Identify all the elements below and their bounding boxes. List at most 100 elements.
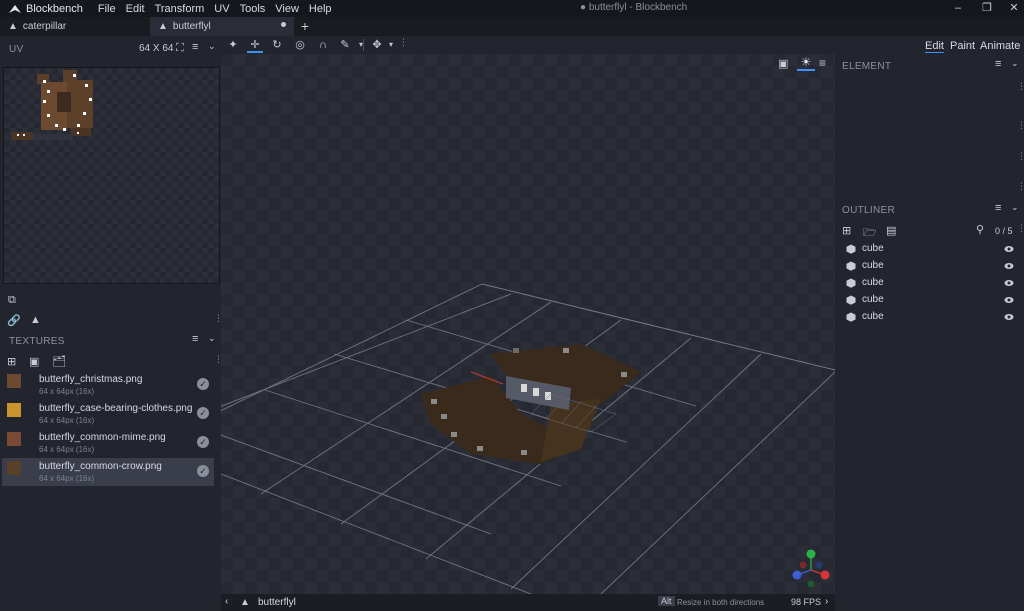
title-bar: Blockbench File Edit Transform UV Tools … — [0, 0, 1024, 17]
add-texture-icon[interactable]: ⊞ — [7, 355, 16, 368]
mode-paint[interactable]: Paint — [950, 40, 975, 52]
add-cube-icon[interactable]: ⊞ — [842, 224, 851, 237]
texture-thumbnail — [7, 432, 21, 446]
texture-size: 64 x 64px (16x) — [39, 387, 95, 396]
model-name: butterflyl — [258, 597, 296, 608]
menu-lines-icon[interactable]: ≡ — [995, 58, 1001, 70]
eye-icon[interactable] — [1004, 278, 1014, 288]
textures-panel-title: TEXTURES — [9, 335, 65, 347]
outliner-item-label: cube — [862, 294, 884, 305]
left-sidebar: UV 64 X 64 ⛶ ≡ ⌄ ⧉ 🔗 ▲ ⋮ TEXTURES ≡ ⌄ ⊞ … — [0, 36, 223, 611]
outliner-item[interactable]: cube — [835, 309, 1024, 326]
texture-item[interactable]: butterfly_christmas.png 64 x 64px (16x) … — [2, 371, 214, 399]
chevron-down-icon[interactable]: ▾ — [353, 37, 369, 53]
texture-thumbnail — [7, 374, 21, 388]
rotate-tool-icon[interactable]: ↻ — [269, 37, 285, 53]
outliner-item[interactable]: cube — [835, 258, 1024, 275]
import-folder-icon[interactable]: 🗂 — [52, 355, 66, 368]
menu-edit[interactable]: Edit — [126, 3, 145, 15]
texture-size: 64 x 64px (16x) — [39, 474, 95, 483]
more-icon[interactable]: ⋮ — [1017, 152, 1024, 165]
status-bar: ‹ ▲ butterflyl Alt Resize in both direct… — [221, 594, 835, 611]
texture-name: butterfly_common-crow.png — [39, 461, 162, 472]
more-icon[interactable]: ⋮ — [214, 314, 223, 327]
texture-size: 64 x 64px (16x) — [39, 445, 95, 454]
menu-tools[interactable]: Tools — [240, 3, 266, 15]
copy-icon[interactable]: ⧉ — [8, 294, 16, 307]
collapse-icon[interactable]: ▤ — [886, 224, 896, 237]
new-tab-button[interactable]: + — [298, 17, 312, 36]
texture-item[interactable]: butterfly_case-bearing-clothes.png 64 x … — [2, 400, 214, 428]
chevron-right-icon[interactable]: › — [825, 596, 828, 607]
check-icon[interactable]: ✓ — [197, 378, 209, 390]
more-icon[interactable]: ⋮ — [214, 355, 223, 368]
texture-size: 64 x 64px (16x) — [39, 416, 95, 425]
eye-icon[interactable] — [1004, 244, 1014, 254]
element-panel-header: ELEMENT ≡ ⌄ — [835, 55, 1024, 77]
tab-label: caterpillar — [22, 21, 67, 32]
minimize-icon[interactable]: – — [950, 1, 966, 15]
mode-edit[interactable]: Edit — [925, 40, 944, 53]
close-icon[interactable]: ✕ — [1006, 1, 1022, 15]
uv-panel-title: UV — [9, 43, 24, 55]
outliner-item-label: cube — [862, 311, 884, 322]
eye-icon[interactable] — [1004, 295, 1014, 305]
chevron-left-icon[interactable]: ‹ — [225, 596, 228, 607]
create-texture-icon[interactable]: ▣ — [29, 355, 39, 368]
menu-lines-icon[interactable]: ≡ — [192, 41, 198, 53]
more-icon[interactable]: ⋮ — [1017, 182, 1024, 195]
vertex-snap-icon[interactable]: ✦ — [225, 37, 241, 53]
element-panel-title: ELEMENT — [842, 60, 892, 72]
check-icon[interactable]: ✓ — [197, 436, 209, 448]
chevron-down-icon[interactable]: ⌄ — [1011, 202, 1019, 213]
chevron-down-icon[interactable]: ▾ — [383, 37, 399, 53]
fullscreen-icon[interactable]: ⛶ — [176, 42, 184, 55]
menu-view[interactable]: View — [275, 3, 299, 15]
link-icon[interactable]: 🔗 — [7, 314, 21, 327]
more-icon[interactable]: ⋮ — [1017, 82, 1024, 95]
uv-size-label: 64 X 64 — [139, 43, 174, 54]
search-icon[interactable]: ⚲ — [976, 223, 984, 236]
cube-icon — [846, 278, 856, 288]
outliner-item[interactable]: cube — [835, 292, 1024, 309]
chevron-down-icon[interactable]: ⌄ — [208, 41, 216, 52]
pivot-tool-icon[interactable]: ◎ — [292, 37, 308, 53]
magnet-icon[interactable]: ∩ — [315, 37, 331, 53]
tab-caterpillar[interactable]: ▲ caterpillar — [0, 17, 148, 36]
texture-thumbnail — [7, 403, 21, 417]
texture-item[interactable]: butterfly_common-crow.png 64 x 64px (16x… — [2, 458, 214, 486]
menu-file[interactable]: File — [98, 3, 116, 15]
menu-lines-icon[interactable]: ≡ — [995, 202, 1001, 214]
texture-item[interactable]: butterfly_common-mime.png 64 x 64px (16x… — [2, 429, 214, 457]
eye-icon[interactable] — [1004, 261, 1014, 271]
menu-help[interactable]: Help — [309, 3, 332, 15]
uv-editor[interactable] — [3, 67, 220, 284]
window-title: ● butterflyl - Blockbench — [580, 2, 688, 13]
axis-gizmo[interactable] — [789, 548, 833, 592]
more-icon[interactable]: ⋮ — [1017, 224, 1024, 237]
3d-viewport[interactable]: ▣ ☀ ≡ — [221, 54, 835, 594]
maximize-icon[interactable]: ❐ — [979, 1, 995, 15]
outliner-panel-title: OUTLINER — [842, 204, 895, 216]
mirror-icon[interactable]: ▲ — [30, 314, 41, 326]
menu-transform[interactable]: Transform — [155, 3, 205, 15]
cube-icon — [846, 295, 856, 305]
chevron-down-icon[interactable]: ⌄ — [1011, 58, 1019, 69]
move-tool-icon[interactable]: ✛ — [247, 37, 263, 53]
check-icon[interactable]: ✓ — [197, 407, 209, 419]
more-icon[interactable]: ⋮ — [399, 38, 408, 51]
mode-animate[interactable]: Animate — [980, 40, 1020, 52]
outliner-item[interactable]: cube — [835, 241, 1024, 258]
tab-butterflyl[interactable]: ▲ butterflyl — [150, 17, 294, 36]
menu-lines-icon[interactable]: ≡ — [192, 333, 198, 345]
check-icon[interactable]: ✓ — [197, 465, 209, 477]
brush-icon[interactable]: ✎ — [337, 37, 353, 53]
textures-panel-header: TEXTURES ≡ ⌄ — [0, 330, 221, 352]
eye-icon[interactable] — [1004, 312, 1014, 322]
more-icon[interactable]: ⋮ — [1017, 121, 1024, 134]
menu-uv[interactable]: UV — [214, 3, 229, 15]
app-name: Blockbench — [26, 2, 83, 15]
chevron-down-icon[interactable]: ⌄ — [208, 333, 216, 344]
toolbar-divider — [363, 39, 364, 51]
outliner-item[interactable]: cube — [835, 275, 1024, 292]
